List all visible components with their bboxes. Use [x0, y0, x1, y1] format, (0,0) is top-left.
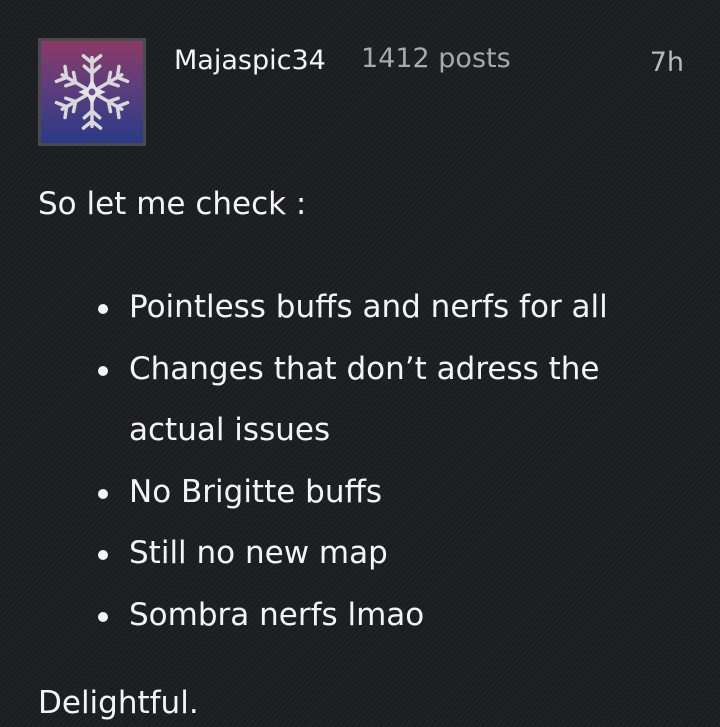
bullet-dot-icon — [98, 611, 108, 622]
list-item-text: Still no new map — [129, 535, 388, 571]
post-bullet-list: Pointless buffs and nerfs for all Change… — [98, 277, 678, 646]
list-item: Changes that don’t adress the actual iss… — [98, 339, 678, 462]
avatar[interactable] — [38, 38, 146, 146]
snowflake-icon — [54, 54, 130, 130]
post-timestamp[interactable]: 7h — [650, 46, 684, 80]
list-item-text: Pointless buffs and nerfs for all — [129, 289, 608, 325]
forum-post: Majaspic34 1412 posts 7h So let me check… — [0, 0, 720, 727]
list-item: Sombra nerfs lmao — [98, 585, 678, 647]
bullet-dot-icon — [98, 304, 108, 314]
list-item: Pointless buffs and nerfs for all — [98, 277, 678, 339]
list-item: Still no new map — [98, 523, 678, 585]
list-item-text: Changes that don’t adress the actual iss… — [129, 350, 600, 449]
author-post-count: 1412 posts — [361, 43, 511, 74]
bullet-dot-icon — [98, 550, 108, 560]
bullet-dot-icon — [98, 488, 108, 499]
author-username[interactable]: Majaspic34 — [174, 44, 326, 78]
list-item: No Brigitte buffs — [98, 462, 678, 524]
list-item-text: No Brigitte buffs — [129, 473, 382, 510]
list-item-text: Sombra nerfs lmao — [129, 596, 425, 633]
post-outro-text: Delightful. — [38, 685, 199, 721]
post-intro-text: So let me check : — [38, 186, 307, 222]
bullet-dot-icon — [98, 365, 108, 376]
